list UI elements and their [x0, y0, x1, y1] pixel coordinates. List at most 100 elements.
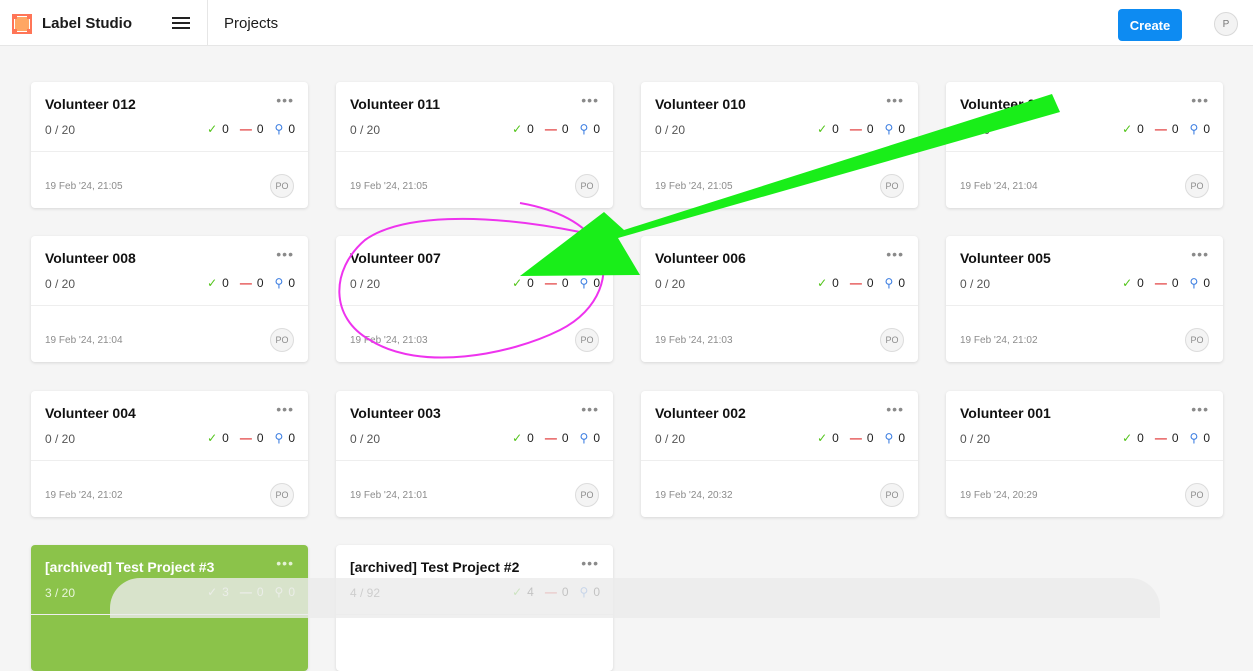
more-options-icon[interactable]: •••: [276, 401, 294, 417]
card-divider: [641, 460, 918, 461]
more-options-icon[interactable]: •••: [1191, 246, 1209, 262]
predicted-count: 0: [288, 276, 295, 290]
owner-avatar: PO: [575, 174, 599, 198]
skipped-count: 0: [1171, 276, 1179, 290]
task-progress: 0 / 20: [960, 123, 991, 137]
project-title: Volunteer 007: [350, 250, 441, 266]
project-title: Volunteer 006: [655, 250, 746, 266]
task-progress: 3 / 20: [45, 586, 76, 600]
card-divider: [946, 151, 1223, 152]
skipped-count: 0: [866, 276, 874, 290]
annotation-stats: ✓ 0 — 0 ⚲ 0: [207, 431, 295, 445]
card-divider: [31, 460, 308, 461]
project-card[interactable]: Volunteer 006 ••• 0 / 20 ✓ 0 — 0 ⚲ 0 19 Feb '24, …: [641, 236, 918, 362]
created-date: 19 Feb '24, 21:01: [350, 490, 428, 501]
project-title: Volunteer 008: [45, 250, 136, 266]
project-title: Volunteer 001: [960, 405, 1051, 421]
minus-icon: —: [239, 122, 252, 136]
more-options-icon[interactable]: •••: [581, 92, 599, 108]
project-card[interactable]: Volunteer 005 ••• 0 / 20 ✓ 0 — 0 ⚲ 0 19 Feb '24, …: [946, 236, 1223, 362]
check-icon: ✓: [207, 431, 218, 445]
card-divider: [31, 305, 308, 306]
more-options-icon[interactable]: •••: [276, 555, 294, 571]
project-title: Volunteer 004: [45, 405, 136, 421]
project-title: [archived] Test Project #2: [350, 559, 520, 575]
annotation-stats: ✓ 0 — 0 ⚲ 0: [1122, 431, 1210, 445]
project-title: Volunteer 003: [350, 405, 441, 421]
card-divider: [946, 460, 1223, 461]
project-card[interactable]: Volunteer 009 ••• 0 / 20 ✓ 0 — 0 ⚲ 0 19 Feb '24, …: [946, 82, 1223, 208]
hamburger-menu-icon[interactable]: [172, 14, 190, 30]
created-date: 19 Feb '24, 21:05: [350, 181, 428, 192]
label-studio-logo-icon[interactable]: [12, 14, 32, 34]
more-options-icon[interactable]: •••: [276, 246, 294, 262]
predicted-count: 0: [1203, 122, 1210, 136]
app-brand[interactable]: Label Studio: [42, 15, 132, 32]
created-date: 19 Feb '24, 20:32: [655, 490, 733, 501]
skipped-count: 0: [256, 276, 264, 290]
more-options-icon[interactable]: •••: [886, 246, 904, 262]
more-options-icon[interactable]: •••: [886, 92, 904, 108]
more-options-icon[interactable]: •••: [276, 92, 294, 108]
owner-avatar: PO: [270, 328, 294, 352]
create-project-button[interactable]: Create: [1118, 9, 1182, 41]
more-options-icon[interactable]: •••: [886, 401, 904, 417]
project-card[interactable]: Volunteer 011 ••• 0 / 20 ✓ 0 — 0 ⚲ 0 19 Feb '24, …: [336, 82, 613, 208]
owner-avatar: PO: [270, 483, 294, 507]
owner-avatar: PO: [880, 174, 904, 198]
predicted-count: 0: [898, 431, 905, 445]
skipped-count: 0: [1171, 431, 1179, 445]
project-title: [archived] Test Project #3: [45, 559, 215, 575]
lightbulb-icon: ⚲: [884, 276, 894, 290]
project-card[interactable]: Volunteer 001 ••• 0 / 20 ✓ 0 — 0 ⚲ 0 19 Feb '24, …: [946, 391, 1223, 517]
skipped-count: 0: [256, 122, 264, 136]
created-date: 19 Feb '24, 21:03: [655, 335, 733, 346]
owner-avatar: PO: [880, 328, 904, 352]
check-icon: ✓: [512, 122, 523, 136]
completed-count: 0: [832, 431, 839, 445]
more-options-icon[interactable]: •••: [1191, 401, 1209, 417]
lightbulb-icon: ⚲: [274, 122, 284, 136]
created-date: 19 Feb '24, 21:02: [960, 335, 1038, 346]
completed-count: 0: [832, 276, 839, 290]
annotation-stats: ✓ 0 — 0 ⚲ 0: [817, 431, 905, 445]
minus-icon: —: [239, 276, 252, 290]
page-title: Projects: [224, 15, 279, 32]
minus-icon: —: [1154, 431, 1167, 445]
task-progress: 0 / 20: [960, 432, 991, 446]
card-divider: [336, 305, 613, 306]
header-divider: [207, 0, 208, 46]
predicted-count: 0: [593, 122, 600, 136]
predicted-count: 0: [593, 276, 600, 290]
project-card[interactable]: Volunteer 010 ••• 0 / 20 ✓ 0 — 0 ⚲ 0 19 Feb '24, …: [641, 82, 918, 208]
project-card[interactable]: Volunteer 008 ••• 0 / 20 ✓ 0 — 0 ⚲ 0 19 Feb '24, …: [31, 236, 308, 362]
lightbulb-icon: ⚲: [579, 122, 589, 136]
user-avatar[interactable]: P: [1214, 12, 1238, 36]
lightbulb-icon: ⚲: [579, 431, 589, 445]
project-card[interactable]: Volunteer 004 ••• 0 / 20 ✓ 0 — 0 ⚲ 0 19 Feb '24, …: [31, 391, 308, 517]
more-options-icon[interactable]: •••: [581, 401, 599, 417]
skipped-count: 0: [1171, 122, 1179, 136]
owner-avatar: PO: [270, 174, 294, 198]
owner-avatar: PO: [1185, 174, 1209, 198]
project-card[interactable]: Volunteer 012 ••• 0 / 20 ✓ 0 — 0 ⚲ 0 19 Feb '24, …: [31, 82, 308, 208]
completed-count: 0: [1137, 276, 1144, 290]
more-options-icon[interactable]: •••: [581, 246, 599, 262]
project-title: Volunteer 012: [45, 96, 136, 112]
check-icon: ✓: [817, 122, 828, 136]
more-options-icon[interactable]: •••: [581, 555, 599, 571]
task-progress: 0 / 20: [960, 277, 991, 291]
created-date: 19 Feb '24, 21:04: [45, 335, 123, 346]
minus-icon: —: [544, 122, 557, 136]
completed-count: 0: [527, 276, 534, 290]
project-card[interactable]: Volunteer 007 ••• 0 / 20 ✓ 0 — 0 ⚲ 0 19 Feb '24, …: [336, 236, 613, 362]
more-options-icon[interactable]: •••: [1191, 92, 1209, 108]
created-date: 19 Feb '24, 21:05: [45, 181, 123, 192]
top-bar: Label Studio Projects Create P: [0, 0, 1253, 46]
task-progress: 0 / 20: [45, 277, 76, 291]
project-card[interactable]: Volunteer 002 ••• 0 / 20 ✓ 0 — 0 ⚲ 0 19 Feb '24, …: [641, 391, 918, 517]
skipped-count: 0: [256, 431, 264, 445]
task-progress: 0 / 20: [655, 277, 686, 291]
project-card[interactable]: Volunteer 003 ••• 0 / 20 ✓ 0 — 0 ⚲ 0 19 Feb '24, …: [336, 391, 613, 517]
check-icon: ✓: [1122, 431, 1133, 445]
